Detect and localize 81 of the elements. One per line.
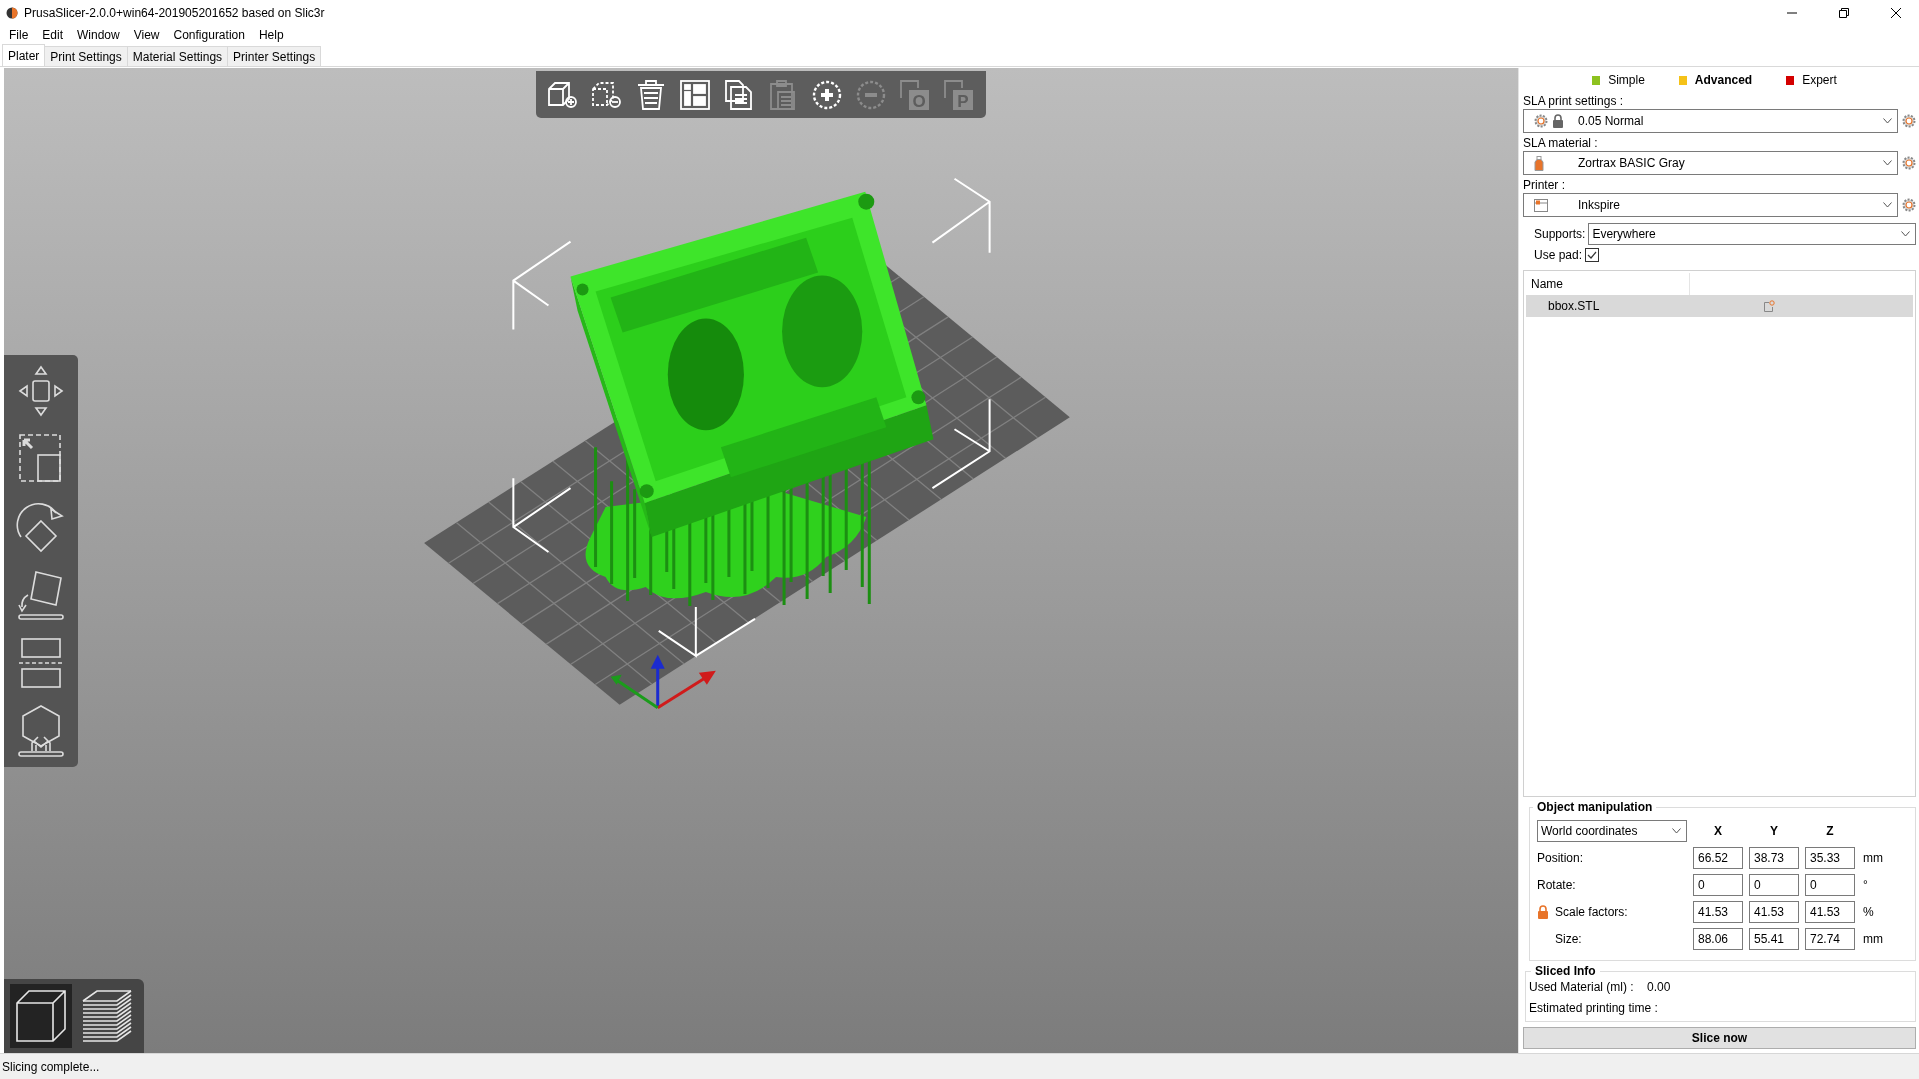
unit-label: %: [1862, 905, 1875, 919]
restore-icon: [1839, 7, 1849, 18]
number-field[interactable]: 72.74: [1805, 928, 1855, 950]
window-title: PrusaSlicer-2.0.0+win64-201905201652 based on Slic3r: [24, 5, 326, 20]
number-field[interactable]: 0: [1749, 874, 1799, 896]
number-field[interactable]: 55.41: [1749, 928, 1799, 950]
info-value: 0.00: [1647, 980, 1672, 994]
field-label: Rotate:: [1537, 878, 1576, 892]
menu-item[interactable]: Help: [251, 27, 291, 42]
number-field[interactable]: 38.73: [1749, 847, 1799, 869]
preset-label: SLA material :: [1523, 135, 1599, 151]
gear-icon: [1902, 156, 1916, 170]
group-title: Sliced Info: [1531, 964, 1600, 978]
tab[interactable]: Material Settings: [126, 46, 229, 66]
tab[interactable]: Print Settings: [44, 46, 128, 66]
info-label: Estimated printing time :: [1529, 1001, 1659, 1015]
unit-label: mm: [1862, 932, 1884, 946]
axis-label: X: [1713, 824, 1723, 838]
number-field[interactable]: 88.06: [1693, 928, 1743, 950]
group-title: Object manipulation: [1533, 800, 1657, 814]
number-field[interactable]: 41.53: [1749, 901, 1799, 923]
caret-icon: [1883, 202, 1892, 208]
view-button[interactable]: [10, 984, 72, 1048]
supports-label: Supports:: [1534, 227, 1586, 241]
tab[interactable]: Printer Settings: [227, 46, 322, 66]
mode-option[interactable]: Advanced: [1678, 73, 1753, 87]
status-text: Slicing complete...: [2, 1059, 100, 1074]
preset-value: Zortrax BASIC Gray: [1578, 156, 1686, 170]
menu-item[interactable]: View: [126, 27, 167, 42]
gear-icon: [1902, 198, 1916, 212]
tab[interactable]: Plater: [2, 44, 46, 66]
preset-dropdown[interactable]: 0.05 Normal: [1523, 109, 1898, 133]
use-pad-label: Use pad:: [1534, 248, 1583, 262]
arrange-icon: [678, 77, 712, 112]
unit-label: °: [1862, 878, 1869, 892]
mode-option[interactable]: Expert: [1786, 73, 1837, 87]
menu-item[interactable]: Edit: [35, 27, 71, 42]
close-icon: [1891, 7, 1901, 18]
menu-item[interactable]: File: [2, 27, 36, 42]
preset-dropdown[interactable]: Inkspire: [1523, 193, 1898, 217]
axis-label: Y: [1769, 824, 1779, 838]
field-label: Scale factors:: [1554, 905, 1628, 919]
caret-icon: [1883, 160, 1892, 166]
caret-icon: [1883, 118, 1892, 124]
bottle-icon: [1534, 155, 1544, 171]
preset-value: 0.05 Normal: [1578, 114, 1645, 128]
supports-icon: [16, 702, 66, 759]
info-label: Used Material (ml) :: [1529, 980, 1635, 994]
printer-icon: [1534, 198, 1548, 212]
lock-icon: [1537, 905, 1549, 919]
number-field[interactable]: 41.53: [1805, 901, 1855, 923]
mode-option[interactable]: Simple: [1592, 73, 1645, 87]
object-row[interactable]: bbox.STL: [1526, 295, 1913, 317]
caret-icon: [1672, 828, 1681, 834]
unit-label: mm: [1862, 851, 1884, 865]
check-icon: [1587, 251, 1598, 259]
field-label: Position:: [1537, 851, 1584, 865]
lock-icon: [1552, 114, 1564, 128]
slice-now-button[interactable]: Slice now: [1523, 1027, 1916, 1049]
use-pad-checkbox[interactable]: [1585, 248, 1600, 262]
number-field[interactable]: 41.53: [1693, 901, 1743, 923]
preset-value: Inkspire: [1578, 198, 1622, 212]
supports-dropdown[interactable]: Everywhere: [1588, 223, 1916, 245]
edit-icon: [1763, 300, 1775, 312]
preset-label: SLA print settings :: [1523, 93, 1625, 109]
menu-item[interactable]: Window: [70, 27, 127, 42]
app-logo-icon: [6, 6, 18, 19]
gear-icon: [1534, 114, 1548, 128]
gear-icon: [1902, 114, 1916, 128]
field-label: Size:: [1554, 932, 1582, 946]
caret-icon: [1901, 231, 1910, 237]
axis-label: Z: [1825, 824, 1835, 838]
menu-item[interactable]: Configuration: [166, 27, 252, 42]
coordinates-dropdown[interactable]: World coordinates: [1537, 820, 1687, 842]
number-field[interactable]: 0: [1805, 874, 1855, 896]
preset-label: Printer :: [1523, 177, 1566, 193]
preset-dropdown[interactable]: Zortrax BASIC Gray: [1523, 151, 1898, 175]
number-field[interactable]: 35.33: [1805, 847, 1855, 869]
number-field[interactable]: 0: [1693, 874, 1743, 896]
number-field[interactable]: 66.52: [1693, 847, 1743, 869]
cube-view-icon: [13, 987, 69, 1045]
